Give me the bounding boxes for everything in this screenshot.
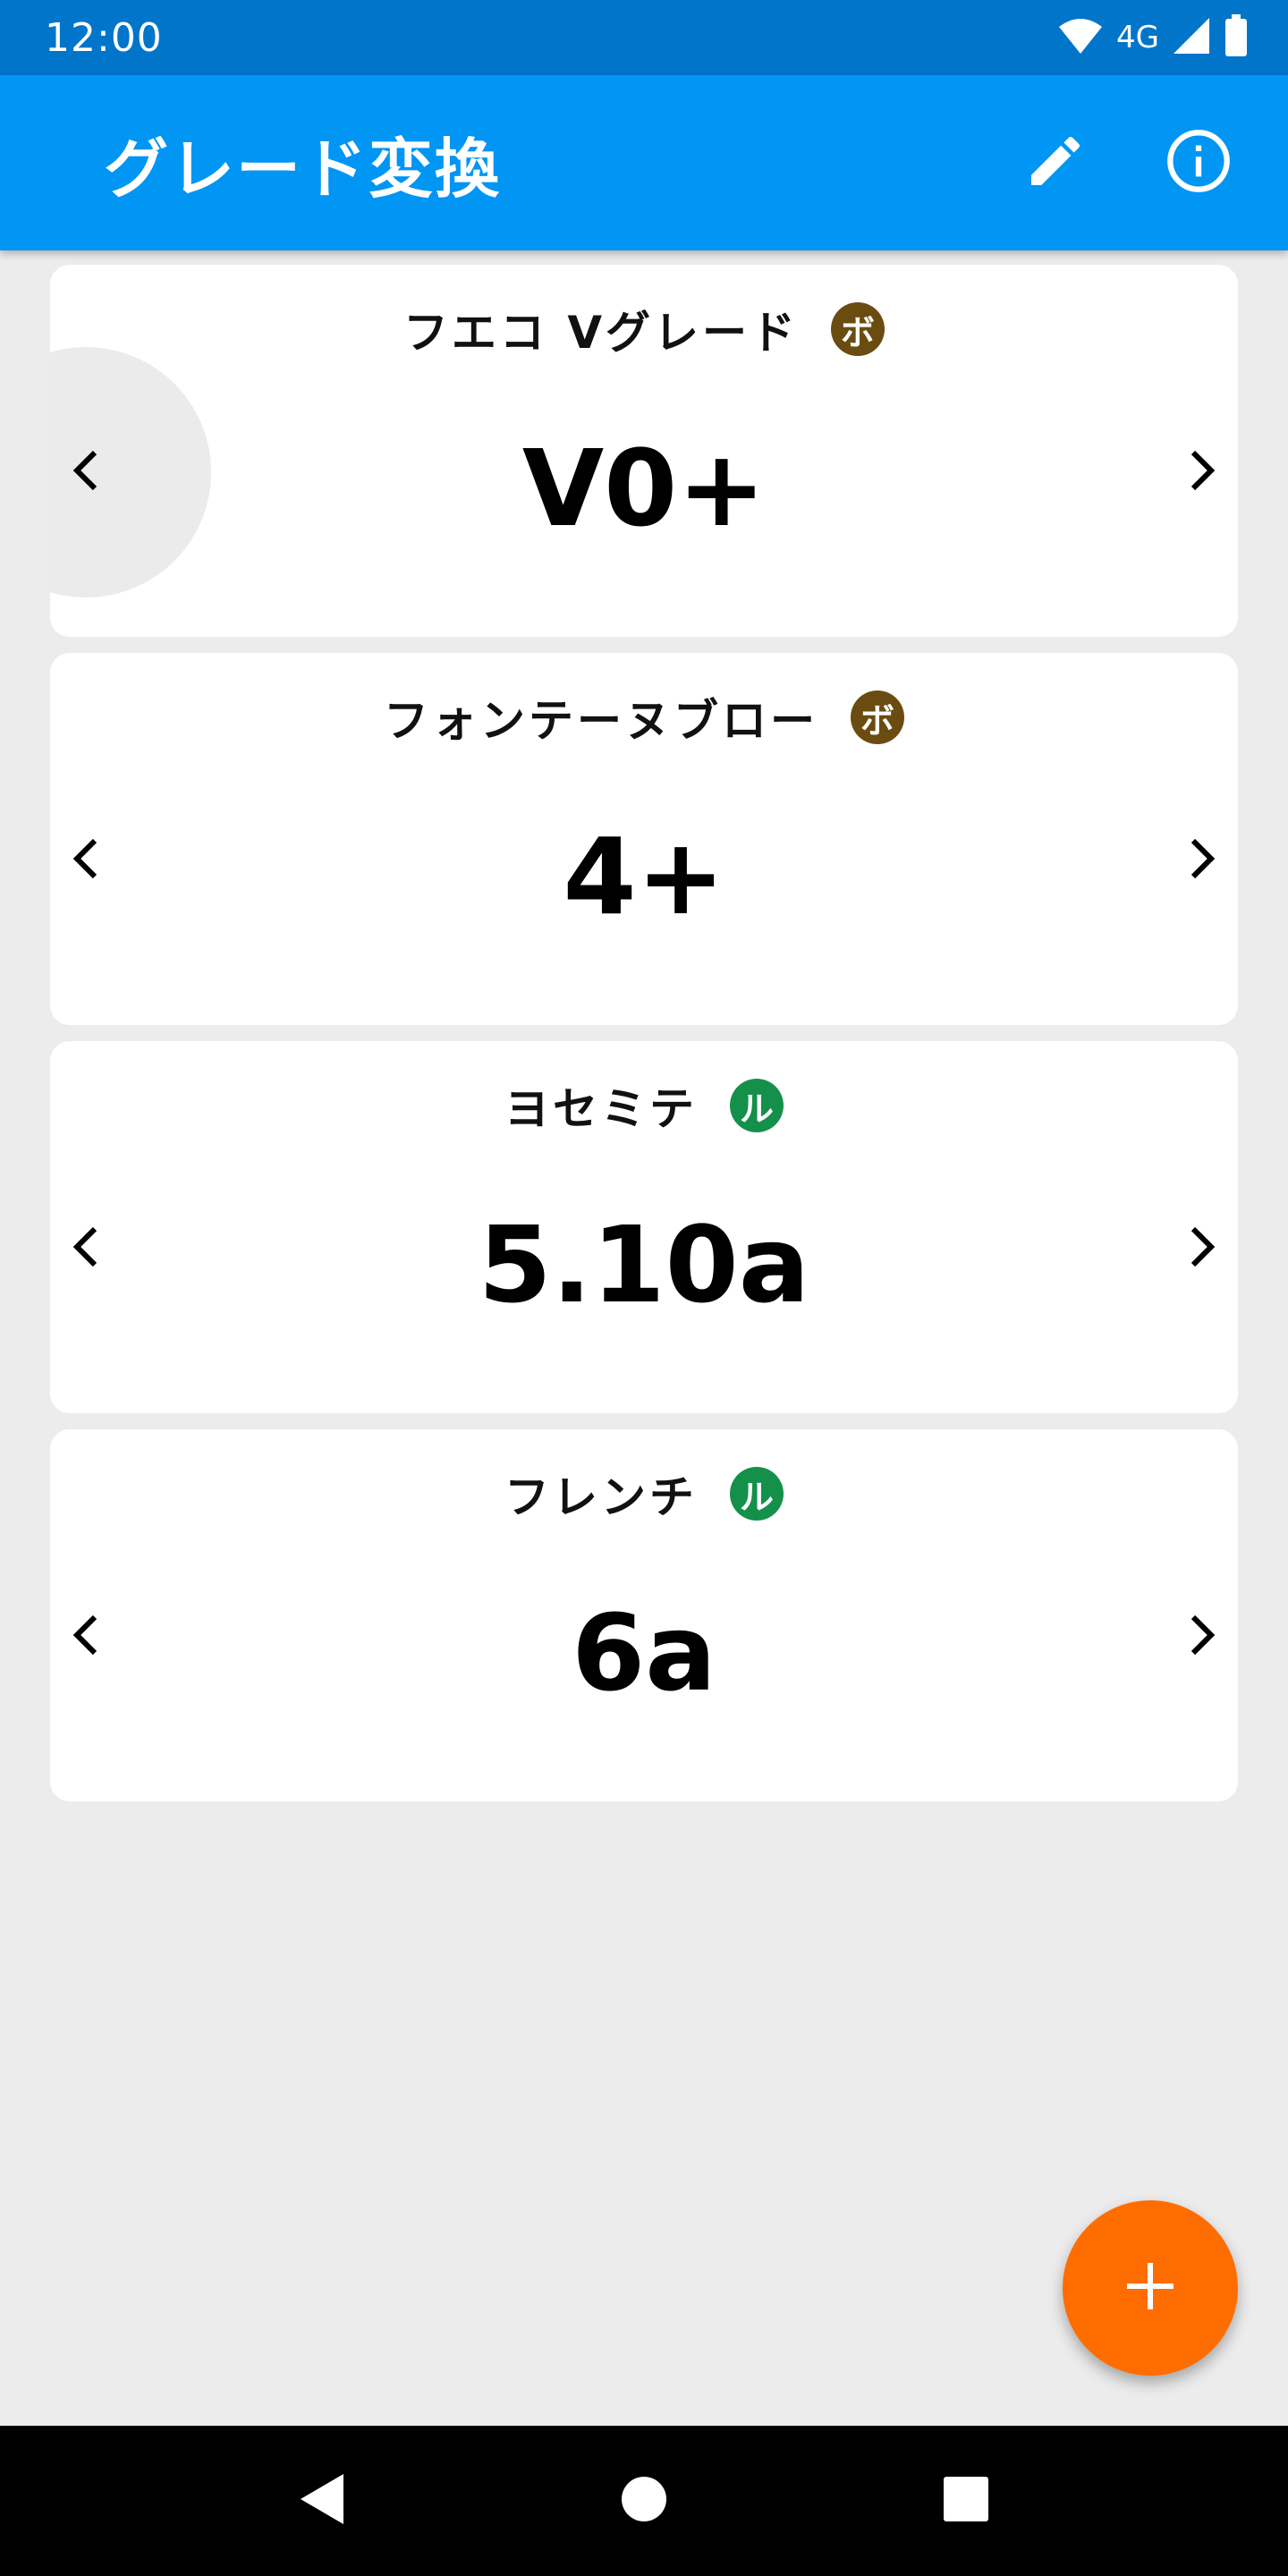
recents-icon [943, 2476, 989, 2526]
grade-value: 5.10a [478, 1203, 810, 1326]
system-nav-bar [0, 2426, 1288, 2576]
home-button[interactable] [590, 2447, 698, 2555]
next-grade-button[interactable] [1077, 1512, 1238, 1762]
app-bar: グレード変換 [0, 75, 1288, 250]
app-title: グレード変換 [104, 131, 502, 207]
battery-icon [1224, 14, 1249, 61]
grade-value: V0+ [521, 427, 767, 550]
cell-signal-icon [1172, 16, 1211, 59]
back-button[interactable] [268, 2447, 376, 2555]
info-button[interactable] [1145, 109, 1252, 216]
card-title: フォンテーヌブロー [384, 695, 818, 747]
next-grade-button[interactable] [1077, 735, 1238, 986]
grade-card-hueco: フエコ Vグレード ボ V0+ [50, 265, 1238, 637]
grade-card-fontainebleau: フォンテーヌブロー ボ 4+ [50, 653, 1238, 1025]
chevron-right-icon [1184, 835, 1220, 886]
network-label: 4G [1116, 20, 1159, 55]
status-icons: 4G [1057, 14, 1249, 61]
info-icon [1165, 127, 1233, 199]
grade-card-list: フエコ Vグレード ボ V0+ フォンテーヌブロー ボ 4+ ヨセミテ ル 5.… [50, 265, 1238, 1818]
boulder-badge: ボ [851, 691, 904, 744]
chevron-right-icon [1184, 447, 1220, 497]
card-title: フレンチ [504, 1471, 698, 1523]
add-grade-button[interactable] [1063, 2200, 1238, 2376]
card-title: フエコ Vグレード [402, 307, 800, 359]
wifi-icon [1057, 16, 1104, 59]
home-icon [621, 2476, 667, 2526]
card-header: フレンチ ル [50, 1462, 1238, 1526]
next-grade-button[interactable] [1077, 1123, 1238, 1374]
chevron-right-icon [1184, 1224, 1220, 1274]
status-time: 12:00 [45, 14, 163, 61]
grade-value: 6a [572, 1591, 716, 1715]
edit-button[interactable] [1002, 109, 1109, 216]
card-title: ヨセミテ [504, 1083, 698, 1135]
back-icon [297, 2472, 347, 2529]
plus-icon [1123, 2259, 1177, 2317]
edit-icon [1023, 129, 1088, 197]
screen: 12:00 4G グレード変換 フエコ Vグレード ボ V0+ フォンテーヌブロ… [0, 0, 1288, 2576]
lead-badge: ル [730, 1467, 784, 1521]
status-bar: 12:00 4G [0, 0, 1288, 75]
card-header: フエコ Vグレード ボ [50, 297, 1238, 361]
card-header: ヨセミテ ル [50, 1073, 1238, 1138]
next-grade-button[interactable] [1077, 347, 1238, 597]
boulder-badge: ボ [831, 302, 886, 356]
chevron-right-icon [1184, 1612, 1220, 1662]
card-header: フォンテーヌブロー ボ [50, 685, 1238, 750]
recents-button[interactable] [912, 2447, 1020, 2555]
lead-badge: ル [730, 1079, 784, 1132]
grade-card-yosemite: ヨセミテ ル 5.10a [50, 1041, 1238, 1413]
grade-card-french: フレンチ ル 6a [50, 1429, 1238, 1801]
grade-value: 4+ [563, 815, 725, 938]
